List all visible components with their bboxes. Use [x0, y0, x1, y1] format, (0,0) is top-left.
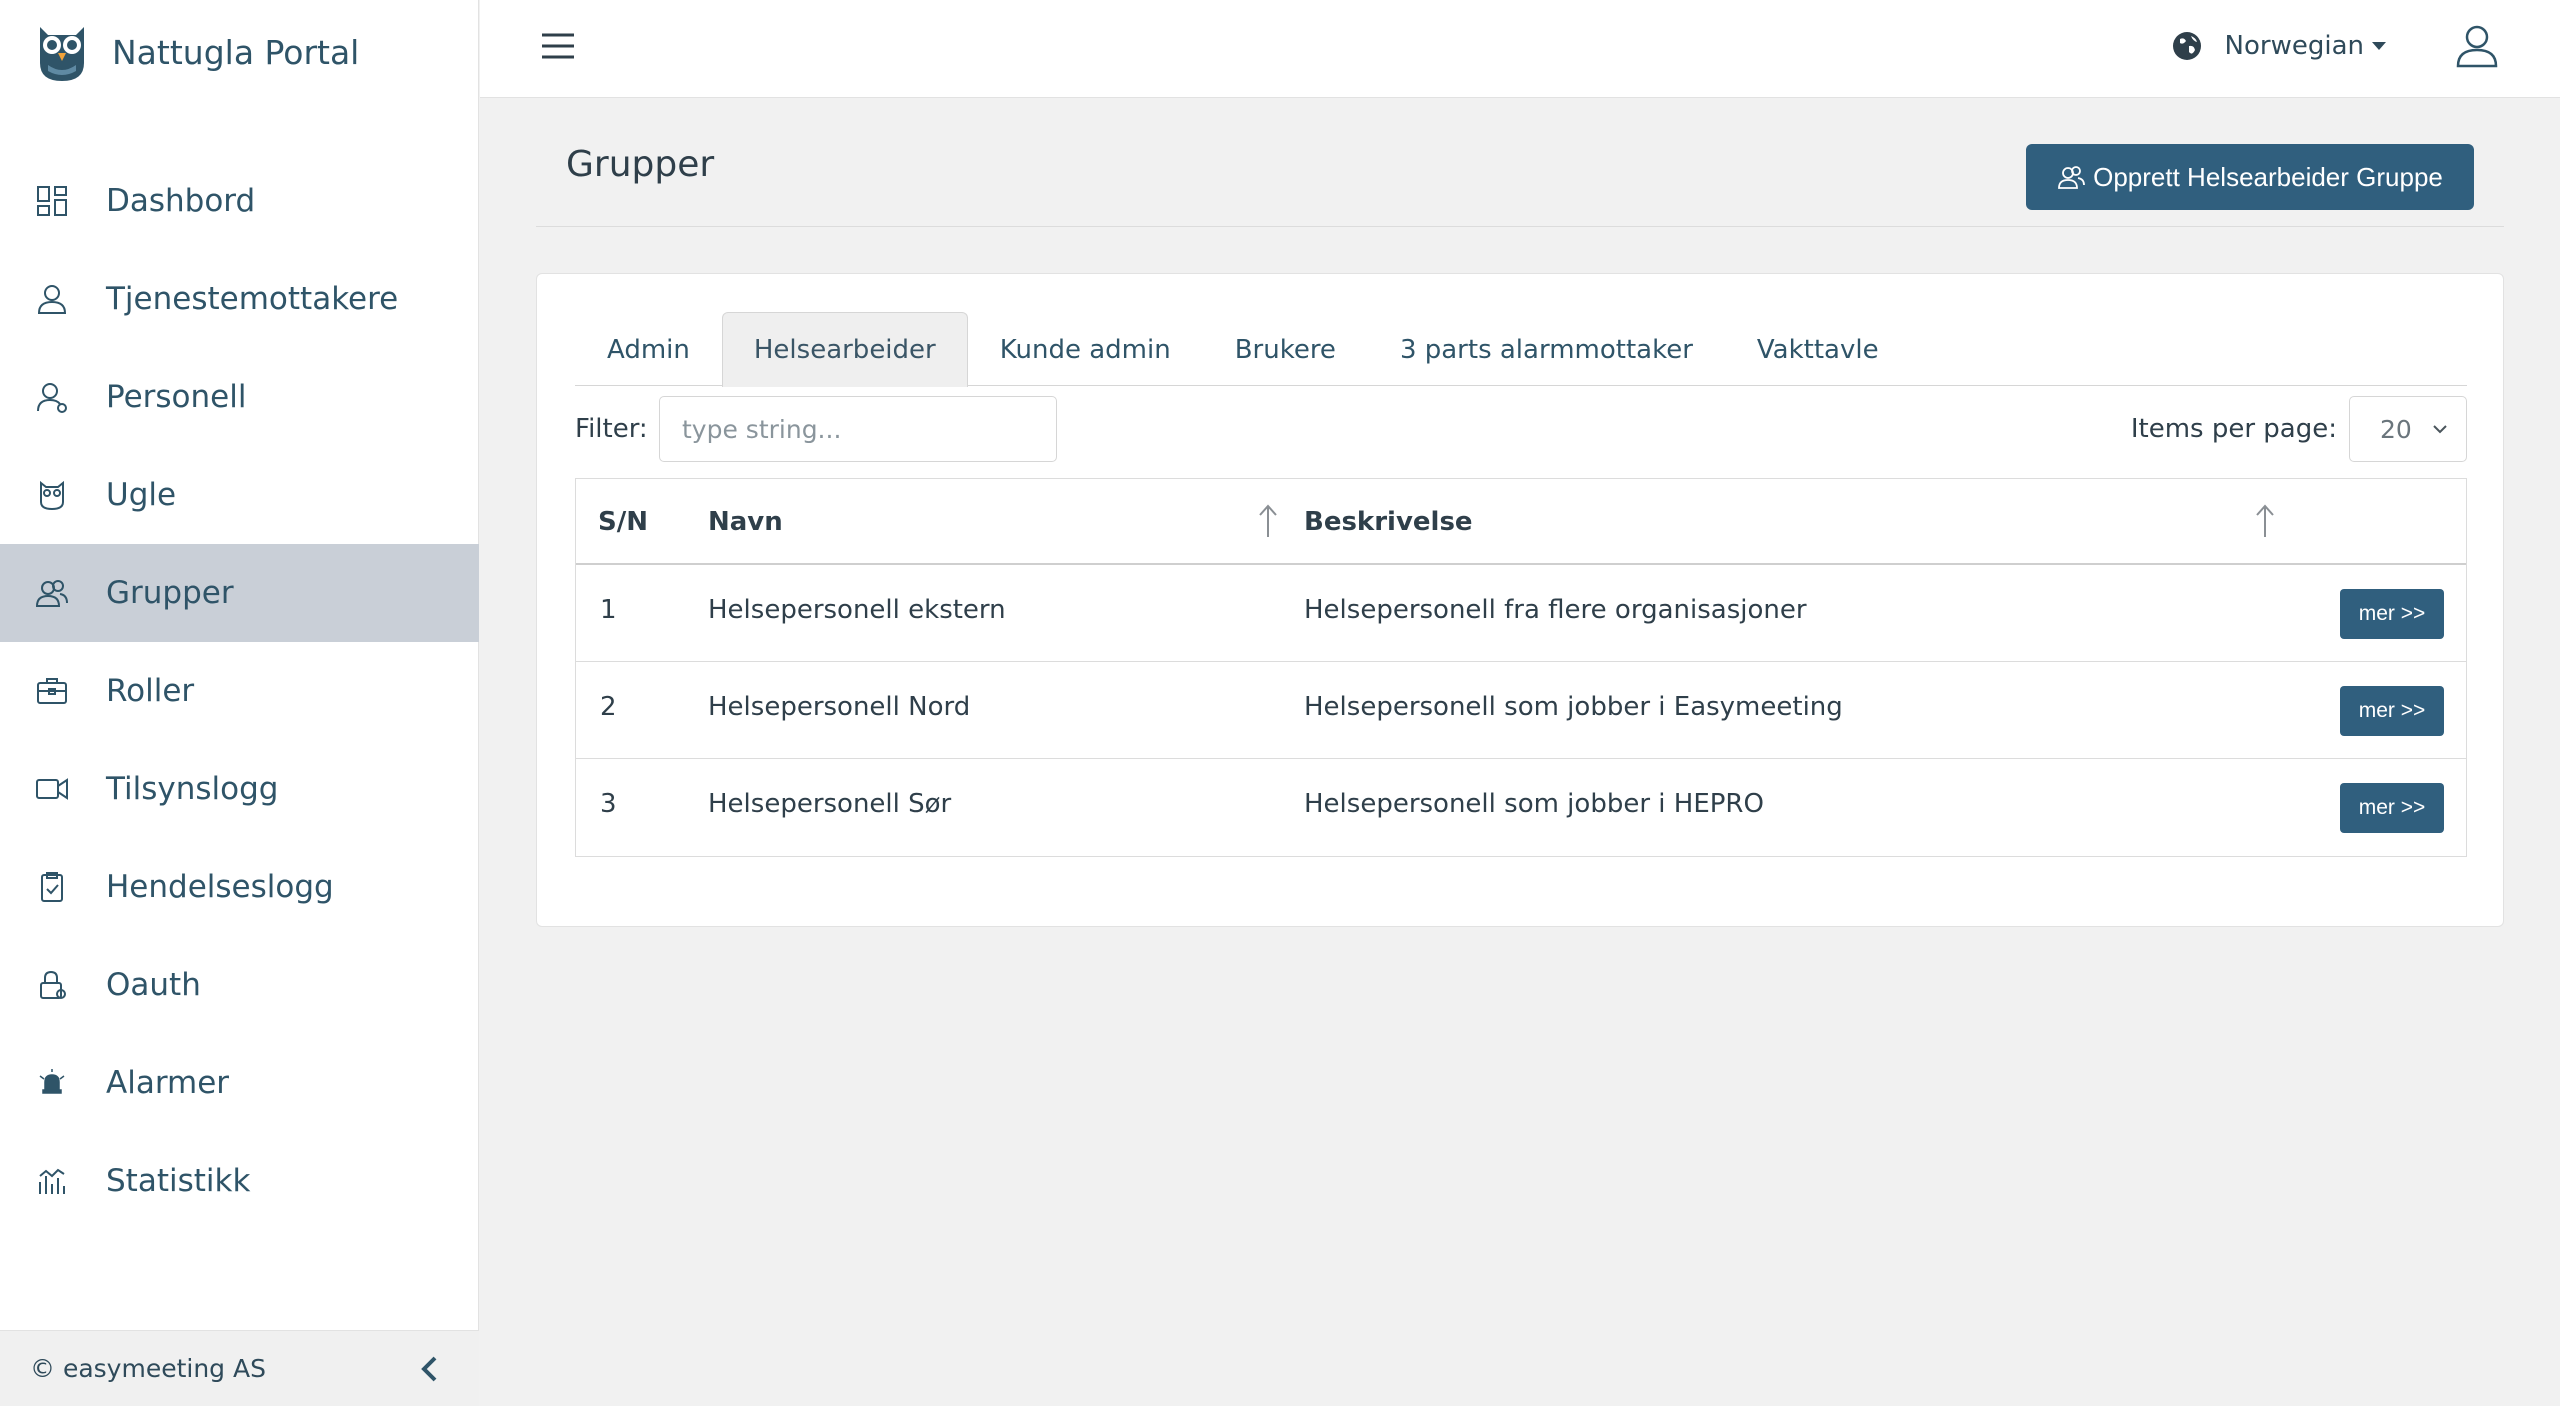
cell-sn: 3 — [600, 789, 617, 819]
chevron-left-icon — [421, 1356, 437, 1382]
sidebar-item-roller[interactable]: Roller — [0, 642, 479, 740]
cell-name: Helsepersonell ekstern — [708, 595, 1006, 625]
sidebar-item-label: Tilsynslogg — [106, 771, 279, 807]
cell-name: Helsepersonell Sør — [708, 789, 952, 819]
table-row: 3 Helsepersonell Sør Helsepersonell som … — [576, 759, 2466, 856]
tab-vakttavle[interactable]: Vakttavle — [1725, 312, 1911, 386]
sidebar-item-tilsynslogg[interactable]: Tilsynslogg — [0, 740, 479, 838]
cell-sn: 2 — [600, 692, 617, 722]
items-per-page-label: Items per page: — [2130, 414, 2337, 444]
create-group-button[interactable]: Opprett Helsearbeider Gruppe — [2026, 144, 2474, 210]
cell-description: Helsepersonell fra flere organisasjoner — [1304, 595, 1807, 625]
hamburger-menu-icon[interactable] — [540, 28, 576, 64]
column-header-beskrivelse[interactable]: Beskrivelse — [1304, 507, 1473, 537]
column-header-sn: S/N — [598, 507, 648, 537]
topbar: Norwegian — [480, 0, 2560, 98]
table-row: 2 Helsepersonell Nord Helsepersonell som… — [576, 662, 2466, 759]
globe-icon — [2172, 32, 2201, 60]
caret-down-icon — [2372, 42, 2386, 50]
filter-label: Filter: — [575, 414, 648, 444]
table-row: 1 Helsepersonell ekstern Helsepersonell … — [576, 565, 2466, 662]
tab-kunde-admin[interactable]: Kunde admin — [968, 312, 1203, 386]
tab-brukere[interactable]: Brukere — [1203, 312, 1368, 386]
groups-table: S/N Navn Beskrivelse 1 Helsepersonell ek… — [575, 478, 2467, 857]
create-group-label: Opprett Helsearbeider Gruppe — [2093, 161, 2443, 192]
sidebar-item-label: Personell — [106, 379, 247, 415]
sidebar-item-label: Tjenestemottakere — [106, 281, 399, 317]
sidebar-nav: Dashbord Tjenestemottakere Personell Ugl… — [0, 152, 479, 1230]
sidebar-item-label: Oauth — [106, 967, 201, 1003]
sidebar-item-label: Statistikk — [106, 1163, 251, 1199]
app-title: Nattugla Portal — [112, 32, 360, 72]
sidebar-item-label: Ugle — [106, 477, 177, 513]
sort-arrow-up-icon[interactable] — [1256, 503, 1280, 539]
sidebar-item-label: Roller — [106, 673, 195, 709]
items-per-page-select[interactable]: 20 — [2349, 396, 2467, 462]
header-divider — [536, 226, 2504, 227]
sidebar-item-alarmer[interactable]: Alarmer — [0, 1034, 479, 1132]
language-label: Norwegian — [2224, 31, 2364, 61]
tab-3-parts-alarmmottaker[interactable]: 3 parts alarmmottaker — [1368, 312, 1725, 386]
sidebar-item-label: Hendelseslogg — [106, 869, 334, 905]
tab-helsearbeider[interactable]: Helsearbeider — [721, 312, 968, 387]
language-selector[interactable]: Norwegian — [2171, 24, 2386, 68]
video-camera-icon — [34, 771, 70, 807]
dashboard-icon — [34, 183, 70, 219]
sidebar-item-label: Grupper — [106, 575, 234, 611]
briefcase-icon — [34, 673, 70, 709]
group-tabs: Admin Helsearbeider Kunde admin Brukere … — [575, 312, 2467, 387]
staff-icon — [34, 379, 70, 415]
collapse-sidebar-button[interactable] — [409, 1349, 449, 1389]
sidebar-footer: © easymeeting AS — [0, 1330, 479, 1406]
alarm-icon — [34, 1065, 70, 1101]
user-profile-icon[interactable] — [2454, 22, 2500, 68]
filter-row: Filter: Items per page: 20 — [575, 396, 2467, 464]
sidebar-item-tjenestemottakere[interactable]: Tjenestemottakere — [0, 250, 479, 348]
cell-description: Helsepersonell som jobber i HEPRO — [1304, 789, 1764, 819]
person-icon — [34, 281, 70, 317]
more-button[interactable]: mer >> — [2340, 686, 2444, 736]
table-header: S/N Navn Beskrivelse — [576, 479, 2466, 565]
sidebar-item-oauth[interactable]: Oauth — [0, 936, 479, 1034]
lock-icon — [34, 967, 70, 1003]
copyright-text: © easymeeting AS — [30, 1354, 266, 1383]
sidebar-item-statistikk[interactable]: Statistikk — [0, 1132, 479, 1230]
groups-card: Admin Helsearbeider Kunde admin Brukere … — [536, 273, 2504, 927]
sidebar-item-label: Dashbord — [106, 183, 256, 219]
cell-name: Helsepersonell Nord — [708, 692, 971, 722]
brand[interactable]: Nattugla Portal — [34, 18, 359, 86]
owl-icon — [34, 477, 70, 513]
sidebar-item-ugle[interactable]: Ugle — [0, 446, 479, 544]
sidebar-item-personell[interactable]: Personell — [0, 348, 479, 446]
sidebar-item-hendelseslogg[interactable]: Hendelseslogg — [0, 838, 479, 936]
sidebar-item-label: Alarmer — [106, 1065, 230, 1101]
items-per-page-value: 20 — [2380, 414, 2412, 444]
sidebar-item-grupper[interactable]: Grupper — [0, 544, 479, 642]
sort-arrow-up-icon[interactable] — [2253, 503, 2277, 539]
more-button[interactable]: mer >> — [2340, 783, 2444, 833]
page-title: Grupper — [566, 144, 715, 185]
cell-description: Helsepersonell som jobber i Easymeeting — [1304, 692, 1843, 722]
clipboard-icon — [34, 869, 70, 905]
sidebar-item-dashbord[interactable]: Dashbord — [0, 152, 479, 250]
column-header-navn[interactable]: Navn — [708, 507, 783, 537]
filter-input[interactable] — [659, 396, 1057, 462]
chart-icon — [34, 1163, 70, 1199]
group-icon — [34, 575, 70, 611]
chevron-down-icon — [2433, 425, 2447, 434]
tab-admin[interactable]: Admin — [575, 312, 722, 386]
cell-sn: 1 — [600, 595, 617, 625]
owl-logo-icon — [40, 27, 84, 81]
sidebar: Nattugla Portal Dashbord Tjenestemottake… — [0, 0, 479, 1406]
more-button[interactable]: mer >> — [2340, 589, 2444, 639]
group-add-icon — [2058, 166, 2086, 189]
